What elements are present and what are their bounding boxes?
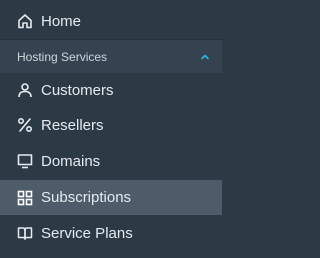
nav-item-customers[interactable]: Customers bbox=[0, 73, 222, 107]
user-icon bbox=[17, 82, 33, 98]
section-hosting-services-label: Hosting Services bbox=[17, 49, 108, 64]
nav-item-service-plans[interactable]: Service Plans bbox=[0, 216, 222, 250]
nav-item-customers-label: Customers bbox=[41, 81, 114, 99]
nav-item-home[interactable]: Home bbox=[0, 4, 222, 38]
nav-item-domains[interactable]: Domains bbox=[0, 144, 222, 178]
grid-icon bbox=[17, 190, 33, 206]
chevron-up-icon[interactable] bbox=[200, 52, 210, 62]
percent-icon bbox=[17, 117, 33, 133]
nav-item-resellers-label: Resellers bbox=[41, 116, 104, 134]
section-hosting-services[interactable]: Hosting Services bbox=[0, 40, 222, 73]
nav-item-service-plans-label: Service Plans bbox=[41, 224, 133, 242]
nav-item-subscriptions-label: Subscriptions bbox=[41, 189, 132, 206]
home-icon bbox=[17, 13, 33, 29]
nav-item-resellers[interactable]: Resellers bbox=[0, 108, 222, 142]
monitor-icon bbox=[17, 153, 33, 169]
nav-item-subscriptions[interactable]: Subscriptions bbox=[0, 180, 222, 215]
nav-item-domains-label: Domains bbox=[41, 152, 101, 170]
sidebar-nav: Home Hosting Services Customers Reseller… bbox=[0, 0, 222, 258]
book-icon bbox=[17, 225, 33, 241]
nav-item-home-label: Home bbox=[41, 12, 82, 30]
